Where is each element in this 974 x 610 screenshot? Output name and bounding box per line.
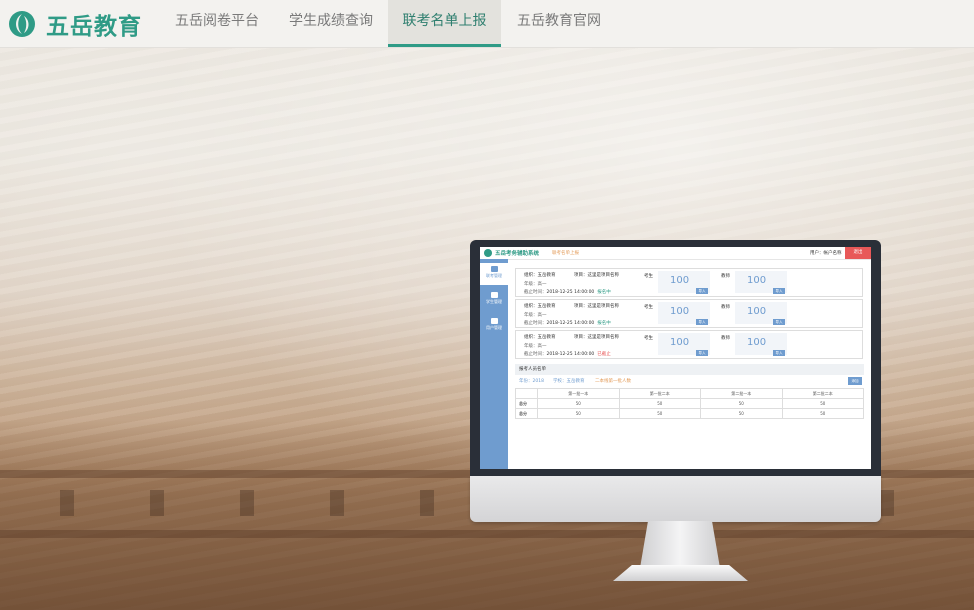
card-student-count: 100 [670,275,690,286]
list-icon [490,266,498,272]
table-header-row: 第一批一本 第一批二本 第二批一本 第二批二本 [515,388,864,399]
monitor-chin [470,476,881,522]
preview-section-title: 报考人员名单 [515,364,864,375]
card-grade: 年级：高一 [524,313,547,318]
preview-header: 五岳考务辅助系统 联考名单上报 用户：帐户名称 退出 [480,247,871,260]
card-org: 组织：五岳教育 [524,273,556,278]
preview-warning: 二本线第一批人数 [595,379,631,384]
brand-logo-icon[interactable] [8,10,36,38]
monitor-stand-base [613,565,748,581]
card-org: 组织：五岳教育 [524,304,556,309]
card-deadline: 截止时间：2018-12-25 14:00:00 报名中 [524,290,611,295]
card-import-button: 导入 [773,350,785,356]
nav-item-score-query[interactable]: 学生成绩查询 [275,0,387,47]
preview-screen: 五岳考务辅助系统 联考名单上报 用户：帐户名称 退出 联考管理 学生管理 用户管… [480,247,871,469]
card-import-button: 导入 [696,350,708,356]
card-student-label: 考生 [644,305,653,310]
card-deadline: 截止时间：2018-12-25 14:00:00 报名中 [524,321,611,326]
graduation-cap-icon [490,292,498,298]
preview-filter-bar: 年份：2018 学校：五岳教育 二本线第一批人数 添加 [515,377,864,386]
card-teacher-count: 100 [747,337,767,348]
card-import-button: 导入 [773,288,785,294]
card-import-button: 导入 [696,288,708,294]
nav-item-exam-list-report[interactable]: 联考名单上报 [388,0,501,47]
card-student-count: 100 [670,306,690,317]
preview-exam-card: 组织：五岳教育 项目：这里是项目名称 年级：高一 截止时间：2018-12-25… [515,299,863,328]
card-grade: 年级：高一 [524,282,547,287]
preview-app-title: 五岳考务辅助系统 [495,251,540,257]
card-org: 组织：五岳教育 [524,335,556,340]
preview-side-student: 学生管理 [480,289,508,311]
preview-exam-card: 组织：五岳教育 项目：这里是项目名称 年级：高一 截止时间：2018-12-25… [515,268,863,297]
card-import-button: 导入 [696,319,708,325]
card-student-label: 考生 [644,274,653,279]
preview-logo-icon [484,249,492,257]
table-row: 总分 50 50 50 50 [515,398,864,409]
preview-side-label: 联考管理 [486,273,502,278]
preview-list-section: 报考人员名单 年份：2018 学校：五岳教育 二本线第一批人数 添加 第一批一本… [515,364,864,424]
preview-side-label: 学生管理 [486,299,502,304]
card-project: 项目：这里是项目名称 [574,335,619,340]
card-teacher-label: 教师 [721,305,730,310]
preview-exam-card: 组织：五岳教育 项目：这里是项目名称 年级：高一 截止时间：2018-12-25… [515,330,863,359]
monitor-stand-neck [640,521,720,568]
card-import-button: 导入 [773,319,785,325]
preview-table: 第一批一本 第一批二本 第二批一本 第二批二本 总分 50 50 50 50 总… [515,388,864,419]
preview-app-subtitle: 联考名单上报 [552,251,579,256]
nav-item-official-site[interactable]: 五岳教育官网 [503,0,615,47]
card-project: 项目：这里是项目名称 [574,304,619,309]
table-row: 总分 50 50 50 50 [515,408,864,419]
preview-user: 用户：帐户名称 [810,251,842,256]
card-teacher-label: 教师 [721,336,730,341]
preview-add-button: 添加 [848,377,862,385]
preview-logout-button: 退出 [845,247,871,259]
top-nav: 五岳教育 五岳阅卷平台 学生成绩查询 联考名单上报 五岳教育官网 [0,0,974,48]
preview-side-label: 用户管理 [486,325,502,330]
brand-name[interactable]: 五岳教育 [46,7,142,41]
card-deadline: 截止时间：2018-12-25 14:00:00 已截止 [524,352,611,357]
nav-item-marking-platform[interactable]: 五岳阅卷平台 [163,0,271,47]
card-project: 项目：这里是项目名称 [574,273,619,278]
card-teacher-count: 100 [747,275,767,286]
card-teacher-label: 教师 [721,274,730,279]
preview-side-user: 用户管理 [480,315,508,337]
user-icon [490,318,498,324]
preview-side-exam: 联考管理 [480,263,508,285]
preview-sidebar: 联考管理 学生管理 用户管理 [480,259,508,469]
card-student-count: 100 [670,337,690,348]
card-student-label: 考生 [644,336,653,341]
card-grade: 年级：高一 [524,344,547,349]
card-teacher-count: 100 [747,306,767,317]
